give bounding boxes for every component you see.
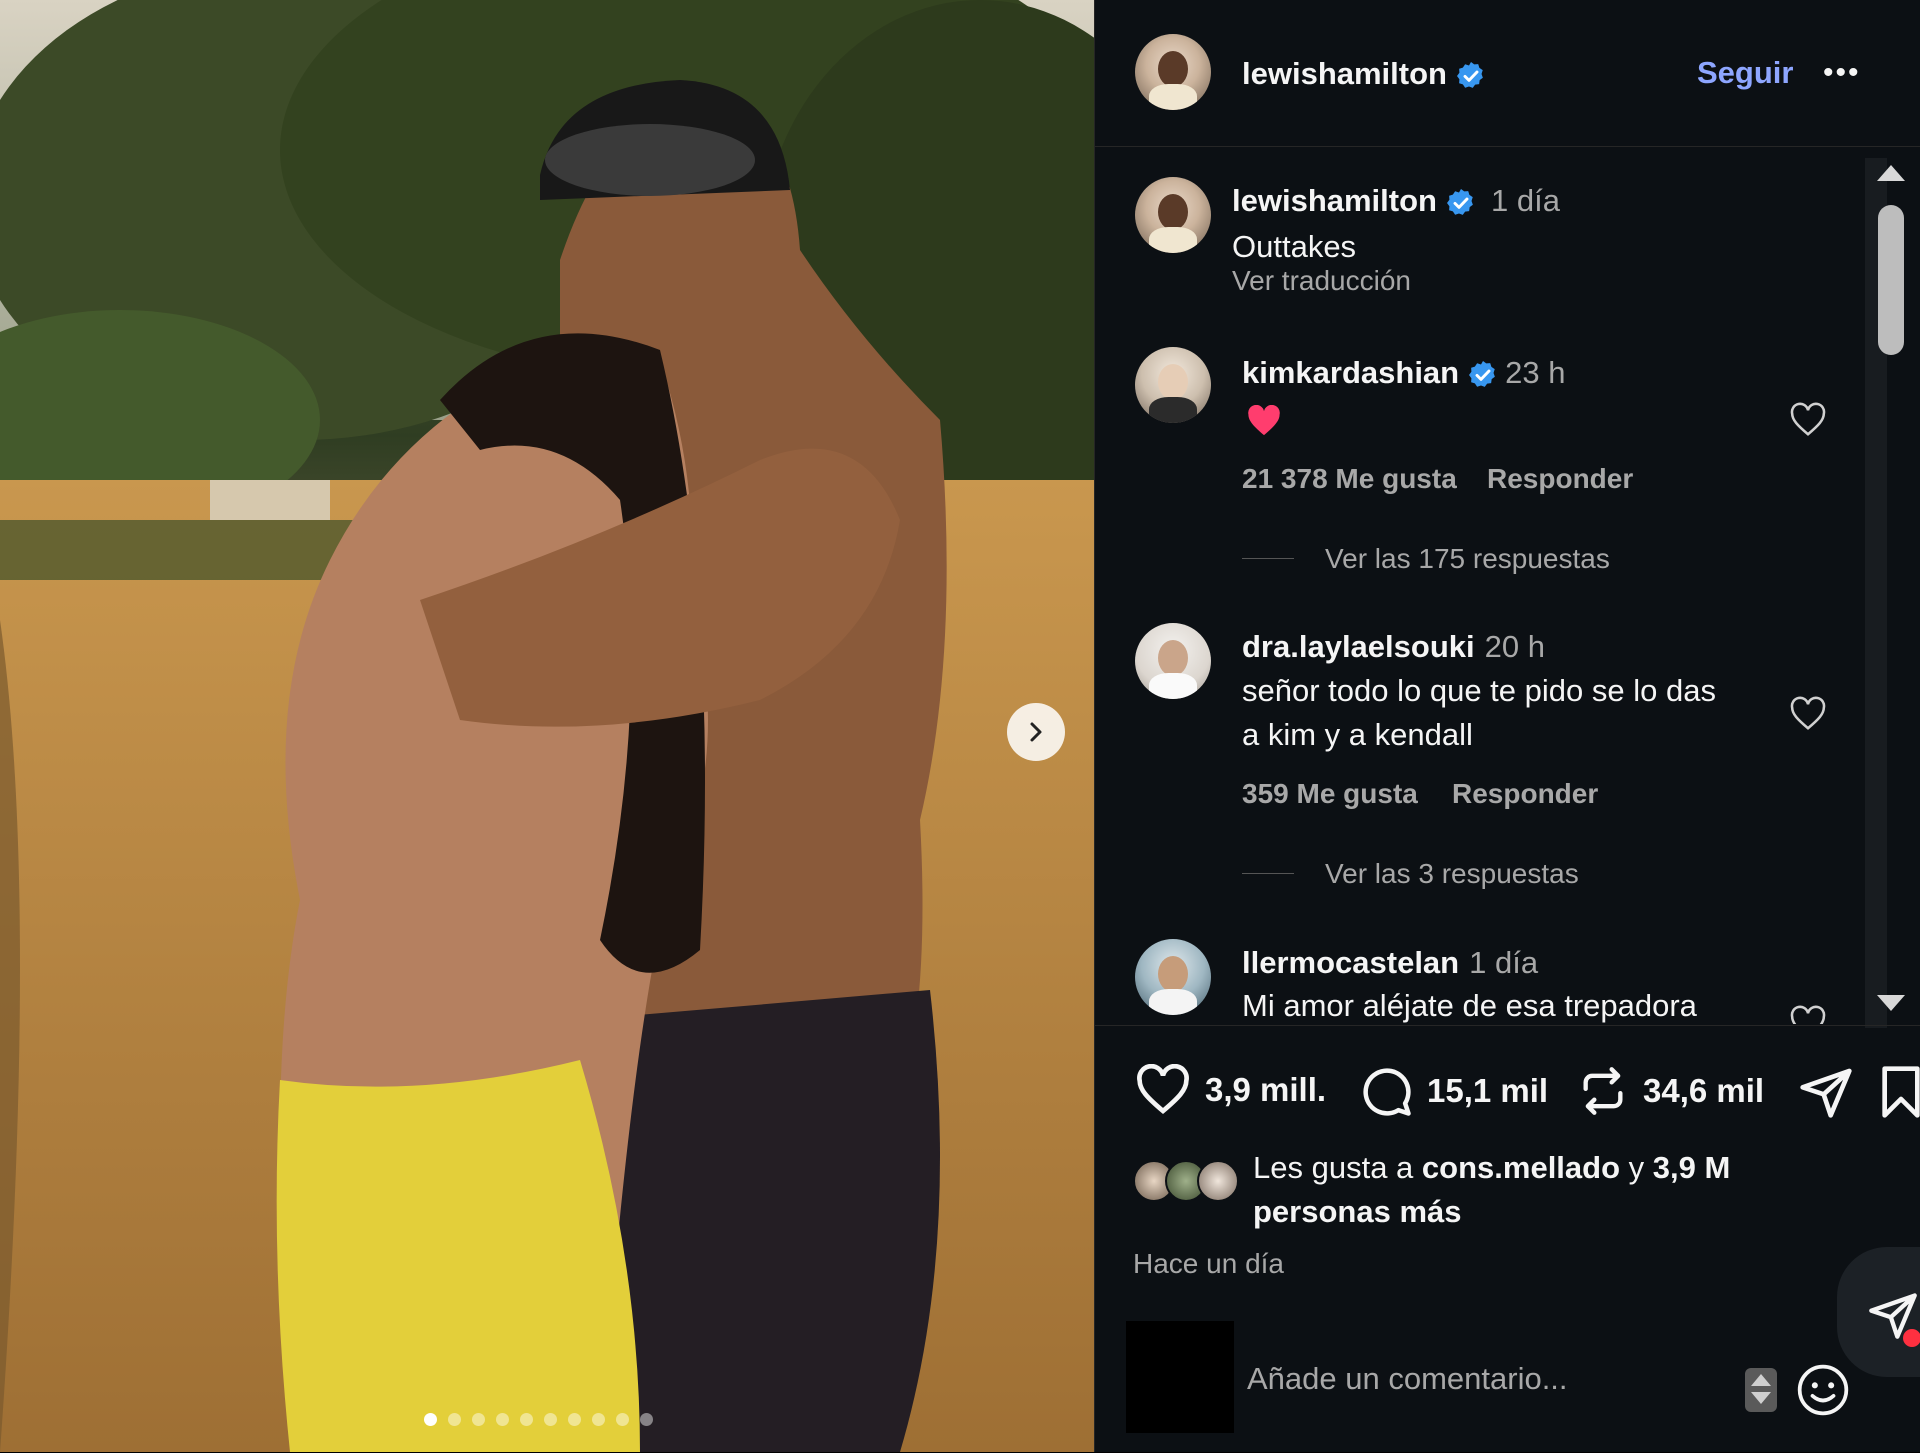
- comments-count: 15,1 mil: [1427, 1072, 1549, 1109]
- view-replies-link[interactable]: Ver las 3 respuestas: [1325, 858, 1579, 890]
- repost-icon: [1583, 1067, 1623, 1115]
- carousel-dot[interactable]: [520, 1413, 533, 1426]
- comment-input[interactable]: [1245, 1348, 1669, 1410]
- carousel-dot[interactable]: [496, 1413, 509, 1426]
- carousel-dot[interactable]: [424, 1413, 437, 1426]
- comments-list[interactable]: lewishamilton 1 día Outtakes Ver traducci…: [1095, 147, 1920, 1024]
- chevron-right-icon: [1030, 722, 1042, 742]
- caption-avatar[interactable]: [1135, 177, 1211, 253]
- share-icon[interactable]: [1797, 1064, 1855, 1120]
- resize-handle-icon[interactable]: [1745, 1368, 1777, 1412]
- comment-text: Mi amor aléjate de esa trepadora: [1242, 988, 1697, 1023]
- commenter-avatar[interactable]: [1135, 939, 1211, 1015]
- carousel-dot[interactable]: [448, 1413, 461, 1426]
- next-image-button[interactable]: [1007, 703, 1065, 761]
- liked-by-text[interactable]: Les gusta a cons.mellado y 3,9 M persona…: [1253, 1146, 1813, 1234]
- scroll-up-arrow-icon[interactable]: [1877, 165, 1905, 181]
- commenter-username[interactable]: llermocastelan 1 día: [1242, 945, 1538, 981]
- commenter-avatar[interactable]: [1135, 347, 1211, 423]
- more-options-button[interactable]: •••: [1823, 56, 1861, 90]
- post-sidebar: lewishamilton Seguir ••• lewishamilton 1 …: [1094, 0, 1920, 1452]
- caption-username[interactable]: lewishamilton 1 día: [1232, 183, 1560, 219]
- add-comment-bar: [1095, 1318, 1920, 1452]
- verified-icon: [1456, 61, 1483, 88]
- comment-likes[interactable]: 21 378 Me gusta: [1242, 463, 1457, 495]
- heart-icon: [1137, 1064, 1189, 1115]
- post-header: lewishamilton Seguir •••: [1095, 0, 1920, 147]
- comment-like-icon[interactable]: [1789, 696, 1827, 732]
- current-user-avatar: [1126, 1321, 1234, 1433]
- comment-time: 20 h: [1484, 629, 1545, 664]
- carousel-indicator: [424, 1413, 653, 1426]
- follow-button[interactable]: Seguir: [1697, 55, 1793, 91]
- post-photo: [0, 0, 1094, 1452]
- like-button[interactable]: 3,9 mill.: [1135, 1064, 1326, 1116]
- liked-by: Les gusta a cons.mellado y 3,9 M persona…: [1133, 1146, 1813, 1234]
- replies-divider: [1242, 558, 1294, 559]
- comment-button[interactable]: 15,1 mil: [1359, 1064, 1548, 1118]
- comment-time: 23 h: [1505, 355, 1566, 390]
- verified-icon: [1469, 360, 1495, 387]
- replies-divider: [1242, 873, 1294, 874]
- reply-button[interactable]: Responder: [1452, 778, 1598, 810]
- liked-by-avatars[interactable]: [1133, 1160, 1239, 1202]
- carousel-dot[interactable]: [544, 1413, 557, 1426]
- comment-like-icon[interactable]: [1789, 1005, 1827, 1024]
- comment-text: a kim y a kendall: [1242, 717, 1473, 752]
- notification-badge: [1903, 1329, 1920, 1347]
- post-date[interactable]: Hace un día: [1133, 1248, 1284, 1280]
- scroll-down-arrow-icon[interactable]: [1877, 995, 1905, 1011]
- reposts-count: 34,6 mil: [1643, 1072, 1765, 1109]
- mini-avatar: [1197, 1160, 1239, 1202]
- commenter-username[interactable]: dra.laylaelsouki 20 h: [1242, 629, 1545, 665]
- comment-like-icon[interactable]: [1789, 402, 1827, 438]
- carousel-dot[interactable]: [640, 1413, 653, 1426]
- commenter-avatar[interactable]: [1135, 623, 1211, 699]
- comment-text: señor todo lo que te pido se lo das: [1242, 673, 1716, 708]
- comment-time: 1 día: [1469, 945, 1539, 980]
- repost-button[interactable]: 34,6 mil: [1577, 1064, 1764, 1118]
- emoji-icon[interactable]: [1795, 1362, 1851, 1418]
- carousel-dot[interactable]: [472, 1413, 485, 1426]
- post-image: [0, 0, 1094, 1452]
- author-username[interactable]: lewishamilton: [1242, 56, 1487, 92]
- verified-icon: [1446, 188, 1473, 215]
- comment-likes[interactable]: 359 Me gusta: [1242, 778, 1418, 810]
- carousel-dot[interactable]: [592, 1413, 605, 1426]
- save-bookmark-icon[interactable]: [1881, 1064, 1920, 1120]
- caption-text: Outtakes: [1232, 229, 1357, 264]
- commenter-username[interactable]: kimkardashian 23 h: [1242, 355, 1565, 391]
- reply-button[interactable]: Responder: [1487, 463, 1633, 495]
- likes-count: 3,9 mill.: [1205, 1071, 1327, 1108]
- carousel-dot[interactable]: [616, 1413, 629, 1426]
- heart-emoji: [1248, 405, 1280, 436]
- carousel-dot[interactable]: [568, 1413, 581, 1426]
- scroll-thumb[interactable]: [1878, 205, 1904, 355]
- translate-link[interactable]: Ver traducción: [1232, 265, 1411, 297]
- author-avatar[interactable]: [1135, 34, 1211, 110]
- liked-by-user[interactable]: cons.mellado: [1422, 1150, 1620, 1185]
- caption-time: 1 día: [1490, 183, 1560, 218]
- comment-bubble-icon: [1363, 1068, 1411, 1116]
- view-replies-link[interactable]: Ver las 175 respuestas: [1325, 543, 1610, 575]
- messages-button[interactable]: [1837, 1247, 1920, 1377]
